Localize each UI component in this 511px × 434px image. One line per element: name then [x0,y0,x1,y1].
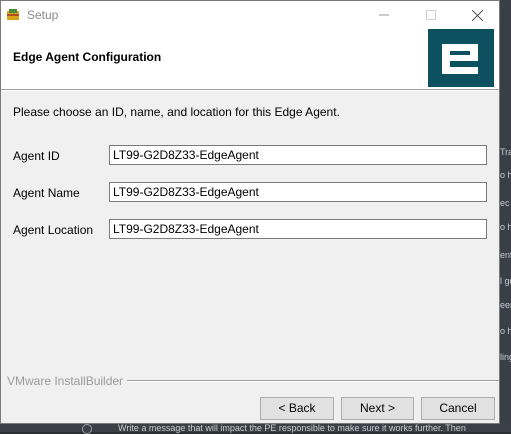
agent-id-label: Agent ID [13,149,60,163]
background-text: o h [500,222,511,232]
maximize-button[interactable] [408,1,454,29]
title-bar: Setup [1,1,499,29]
setup-dialog: Setup Edge Agent Configuration Please ch… [0,0,500,424]
close-button[interactable] [454,1,500,29]
agent-location-label: Agent Location [13,223,94,237]
back-button[interactable]: < Back [260,397,334,420]
background-app [500,0,511,432]
cancel-button[interactable]: Cancel [421,397,495,420]
background-text: o h [500,326,511,336]
background-text: l go [500,276,511,286]
installer-app-icon [6,8,20,22]
background-circle-icon [82,424,92,434]
background-text: Tra [500,147,511,157]
window-title: Setup [27,8,59,22]
agent-name-label: Agent Name [13,186,80,200]
agent-name-input[interactable] [109,182,487,202]
wizard-header: Edge Agent Configuration [1,29,499,89]
minimize-icon [379,14,389,16]
background-text: eem [500,300,511,310]
header-divider [1,89,499,91]
page-title: Edge Agent Configuration [13,50,162,64]
agent-id-input[interactable] [109,145,487,165]
background-text: ent [500,250,511,260]
footer-divider [127,380,499,382]
agent-location-input[interactable] [109,219,487,239]
instruction-text: Please choose an ID, name, and location … [13,105,340,119]
background-text: ec [500,198,510,208]
next-button[interactable]: Next > [341,397,414,420]
minimize-button[interactable] [361,1,407,29]
close-icon [471,9,483,21]
maximize-icon [426,10,436,20]
background-text: o h [500,170,511,180]
background-text: ling [500,352,511,362]
edge-logo-icon [428,29,494,87]
installer-brand: VMware InstallBuilder [7,374,124,388]
